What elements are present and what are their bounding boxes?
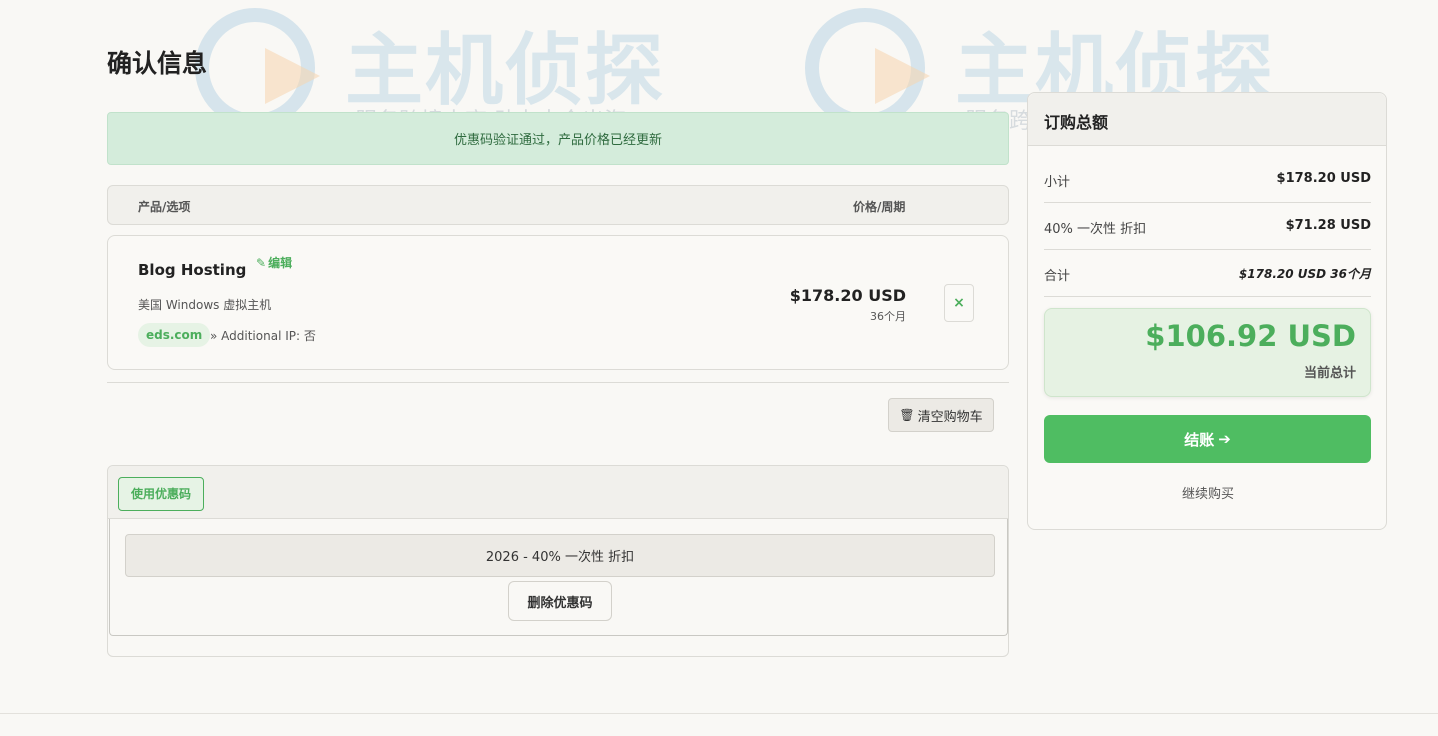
- product-option: » Additional IP: 否: [210, 329, 316, 343]
- empty-cart-label: 清空购物车: [917, 409, 983, 425]
- summary-label: 合计: [1044, 269, 1071, 284]
- divider: [107, 382, 1009, 383]
- header-price: 价格/周期: [853, 200, 906, 214]
- cart-table-header: 产品/选项 价格/周期: [107, 185, 1009, 225]
- summary-label: 小计: [1044, 175, 1071, 190]
- summary-value: $178.20 USD: [1276, 171, 1371, 186]
- trash-icon: 🗑: [899, 408, 915, 422]
- tab-apply-promo[interactable]: 使用优惠码: [118, 477, 205, 511]
- applied-promo-code: 2026 - 40% 一次性 折扣: [125, 534, 995, 577]
- summary-row-discount: 40% 一次性 折扣 $71.28 USD: [1044, 203, 1371, 250]
- empty-cart-button[interactable]: 🗑 清空购物车: [888, 398, 994, 432]
- checkout-button[interactable]: 结账 ➔: [1044, 415, 1371, 463]
- billing-cycle: 36个月: [870, 310, 906, 323]
- domain-badge: eds.com: [138, 323, 211, 347]
- promo-tabbar: 使用优惠码: [108, 466, 1008, 519]
- remove-promo-button[interactable]: 删除优惠码: [508, 581, 612, 621]
- page-title: 确认信息: [107, 49, 208, 78]
- remove-item-button[interactable]: ×: [944, 284, 974, 322]
- cart-item: Blog Hosting ✎ 编辑 美国 Windows 虚拟主机 eds.com…: [107, 235, 1009, 370]
- checkout-label: 结账: [1184, 430, 1215, 449]
- promo-body: 2026 - 40% 一次性 折扣 删除优惠码: [109, 519, 1008, 636]
- product-price: $178.20 USD: [789, 286, 906, 305]
- promo-panel: 使用优惠码 2026 - 40% 一次性 折扣 删除优惠码: [107, 465, 1009, 657]
- edit-label: 编辑: [268, 256, 293, 270]
- footer-divider: [0, 713, 1438, 714]
- header-product: 产品/选项: [138, 200, 191, 214]
- continue-shopping-link[interactable]: 继续购买: [1028, 483, 1388, 502]
- total-due-box: $106.92 USD 当前总计: [1044, 308, 1371, 397]
- summary-value: $71.28 USD: [1285, 218, 1371, 233]
- watermark-title: 主机侦探: [345, 26, 666, 116]
- globe-logo-icon: [195, 8, 315, 128]
- summary-value: $178.20 USD 36个月: [1238, 267, 1371, 281]
- order-summary: 订购总额 小计 $178.20 USD 40% 一次性 折扣 $71.28 US…: [1027, 92, 1387, 530]
- total-amount: $106.92 USD: [1145, 319, 1356, 353]
- product-name: Blog Hosting: [138, 261, 247, 279]
- pencil-icon: ✎: [256, 256, 267, 270]
- summary-label: 40% 一次性 折扣: [1044, 222, 1147, 237]
- cursor-logo-icon: [265, 48, 320, 104]
- alert-message: 优惠码验证通过，产品价格已经更新: [453, 133, 662, 148]
- total-label: 当前总计: [1303, 366, 1356, 381]
- success-alert: 优惠码验证通过，产品价格已经更新: [107, 112, 1009, 165]
- edit-link[interactable]: ✎ 编辑: [256, 254, 292, 271]
- close-icon: ×: [953, 295, 965, 311]
- summary-row-subtotal: 小计 $178.20 USD: [1044, 156, 1371, 203]
- summary-row-total: 合计 $178.20 USD 36个月: [1044, 250, 1371, 297]
- summary-title: 订购总额: [1028, 93, 1386, 146]
- globe-logo-icon: [805, 8, 925, 128]
- arrow-right-icon: ➔: [1218, 430, 1231, 448]
- cursor-logo-icon: [875, 48, 930, 104]
- product-group: 美国 Windows 虚拟主机: [138, 298, 272, 312]
